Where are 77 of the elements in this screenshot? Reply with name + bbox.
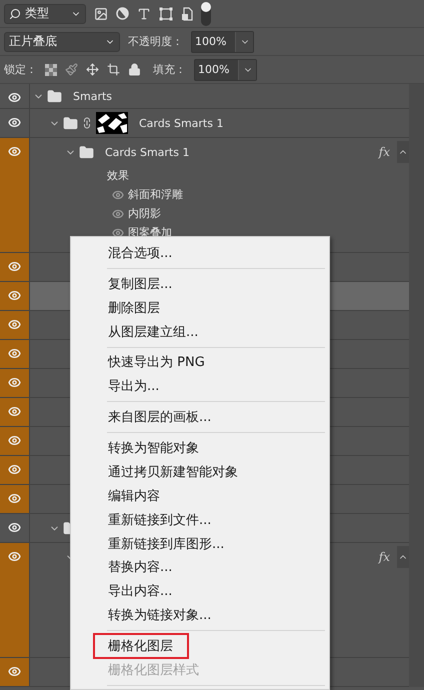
eye-icon: [8, 145, 21, 158]
eye-icon: [8, 665, 21, 678]
layer-name: Cards Smarts 1: [139, 116, 224, 130]
menu-item[interactable]: 重新链接到库图形...: [108, 532, 224, 555]
folder-icon: [47, 88, 62, 104]
eye-icon: [8, 116, 21, 129]
eye-icon: [8, 289, 21, 302]
menu-item[interactable]: 转换为链接对象...: [108, 604, 212, 626]
scrollbar[interactable]: [409, 84, 424, 687]
opacity-label: 不透明度：: [128, 34, 183, 49]
menu-item[interactable]: 编辑内容: [108, 484, 160, 507]
eye-icon: [8, 492, 21, 505]
menu-item[interactable]: 替换内容...: [108, 556, 172, 578]
crop-icon[interactable]: [107, 63, 120, 76]
layer-eye-cell[interactable]: [0, 543, 30, 657]
layer-name: Cards Smarts 1: [105, 146, 190, 158]
brush-icon[interactable]: [65, 63, 78, 76]
layer-row[interactable]: Smarts: [0, 84, 409, 109]
layer-eye-cell[interactable]: [0, 398, 30, 426]
menu-item[interactable]: 快速导出为 PNG: [108, 351, 205, 374]
layer-eye-cell[interactable]: [0, 340, 30, 368]
layer-eye-cell[interactable]: [0, 427, 30, 455]
menu-item[interactable]: 重新链接到文件...: [108, 508, 212, 531]
eye-icon: [8, 318, 21, 331]
menu-item[interactable]: 通过拷贝新建智能对象: [108, 460, 238, 483]
menu-item[interactable]: 导出为...: [108, 375, 160, 398]
layer-name: Smarts: [73, 90, 112, 102]
blend-mode-dropdown[interactable]: 正片叠底: [4, 32, 120, 52]
eye-icon[interactable]: [112, 226, 124, 238]
collapse-button[interactable]: [397, 546, 409, 568]
eye-icon: [8, 376, 21, 389]
fill-label: 填充：: [153, 62, 186, 77]
effects-label: 效果: [107, 168, 129, 184]
layer-eye-cell[interactable]: [0, 369, 30, 397]
filter-kind-dropdown[interactable]: 类型: [4, 4, 86, 24]
layer-eye-cell[interactable]: [0, 485, 30, 513]
collapse-button[interactable]: [397, 141, 409, 163]
eye-icon: [8, 463, 21, 476]
folder-icon: [63, 116, 78, 130]
move-icon[interactable]: [86, 63, 99, 76]
menu-item[interactable]: 栅格化图层: [93, 633, 189, 660]
adjustment-filter-icon[interactable]: [116, 7, 129, 20]
lock-label: 锁定：: [4, 62, 37, 77]
eye-icon: [8, 91, 21, 104]
lock-transparency-icon[interactable]: [45, 64, 57, 76]
eye-icon: [8, 550, 21, 563]
menu-item[interactable]: 删除图层: [108, 296, 160, 319]
layer-eye-cell[interactable]: [0, 253, 30, 281]
eye-icon: [8, 260, 21, 273]
eye-icon: [8, 405, 21, 418]
fx-label: fx: [378, 145, 390, 159]
menu-item[interactable]: 从图层建立组...: [108, 320, 198, 343]
mask-thumbnail: [96, 112, 128, 134]
lock-icon[interactable]: [128, 63, 141, 76]
layer-eye-cell[interactable]: [0, 138, 30, 252]
layer-row[interactable]: Cards Smarts 1: [0, 109, 409, 138]
fx-label: fx: [378, 550, 390, 564]
menu-item[interactable]: 转换为智能对象: [108, 437, 199, 460]
filter-toggle[interactable]: [201, 2, 211, 26]
folder-icon: [79, 144, 94, 160]
effect-name[interactable]: 斜面和浮雕: [128, 187, 183, 202]
layer-eye-cell[interactable]: [0, 311, 30, 339]
image-filter-icon[interactable]: [94, 6, 108, 20]
effect-name[interactable]: 内阴影: [128, 206, 161, 221]
menu-item[interactable]: 导出内容...: [108, 580, 172, 602]
search-icon: [9, 8, 21, 20]
menu-item[interactable]: 复制图层...: [108, 272, 172, 295]
smart-object-filter-icon[interactable]: [181, 6, 193, 20]
eye-icon: [8, 521, 21, 534]
shape-filter-icon[interactable]: [159, 6, 173, 20]
layer-eye-cell[interactable]: [0, 456, 30, 484]
eye-icon: [8, 347, 21, 360]
layer-eye-cell[interactable]: [0, 282, 30, 310]
layer-eye-cell[interactable]: [0, 658, 30, 686]
menu-item[interactable]: 来自图层的画板...: [108, 406, 212, 428]
eye-icon: [8, 434, 21, 447]
type-filter-icon[interactable]: [137, 6, 151, 20]
